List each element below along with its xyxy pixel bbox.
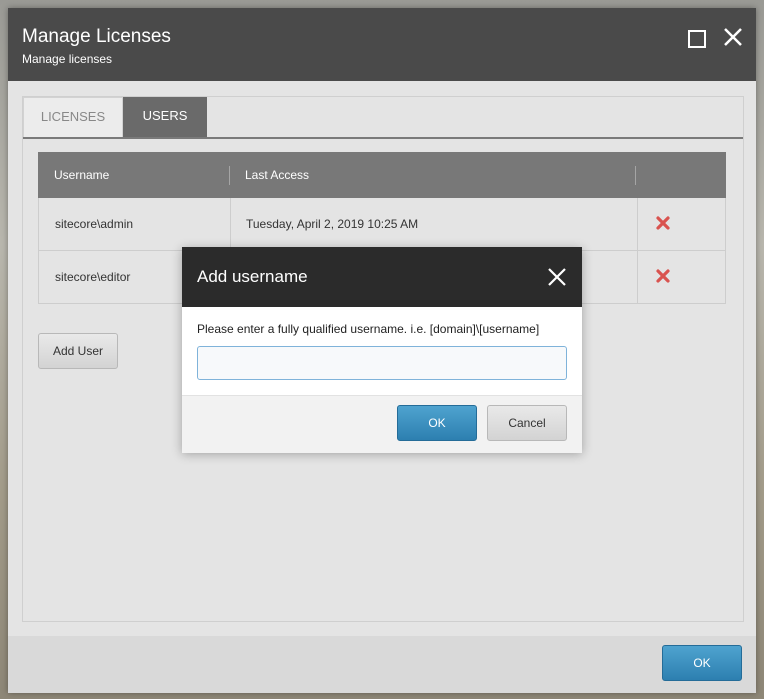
window-titlebar: Manage Licenses Manage licenses [8, 8, 756, 81]
delete-icon[interactable] [655, 215, 671, 231]
table-row[interactable]: sitecore\admin Tuesday, April 2, 2019 10… [38, 198, 726, 251]
add-user-button[interactable]: Add User [38, 333, 118, 369]
tab-bar: LICENSES USERS [23, 97, 743, 139]
column-header-username[interactable]: Username [54, 152, 109, 198]
username-input[interactable] [197, 346, 567, 380]
dialog-prompt: Please enter a fully qualified username.… [197, 322, 540, 336]
dialog-header: Add username [182, 247, 582, 307]
window-subtitle: Manage licenses [22, 52, 113, 66]
window-title: Manage Licenses [22, 26, 171, 47]
username-cell: sitecore\admin [55, 217, 134, 231]
cell-divider [230, 198, 231, 250]
add-username-dialog: Add username Please enter a fully qualif… [182, 247, 582, 453]
delete-icon[interactable] [655, 268, 671, 284]
cell-divider [637, 251, 638, 303]
table-header: Username Last Access [38, 152, 726, 198]
tab-licenses[interactable]: LICENSES [23, 97, 123, 137]
last-access-cell: Tuesday, April 2, 2019 10:25 AM [246, 217, 419, 231]
column-divider[interactable] [635, 166, 636, 185]
dialog-ok-button[interactable]: OK [397, 405, 477, 441]
close-icon[interactable] [720, 24, 746, 50]
maximize-icon[interactable] [688, 30, 706, 48]
dialog-cancel-button[interactable]: Cancel [487, 405, 567, 441]
column-header-last-access[interactable]: Last Access [245, 152, 309, 198]
window-footer [8, 636, 756, 693]
ok-button[interactable]: OK [662, 645, 742, 681]
username-cell: sitecore\editor [55, 270, 131, 284]
close-icon[interactable] [546, 266, 568, 288]
column-divider[interactable] [229, 166, 230, 185]
cell-divider [637, 198, 638, 250]
tab-users[interactable]: USERS [123, 97, 207, 137]
dialog-title: Add username [197, 267, 308, 286]
